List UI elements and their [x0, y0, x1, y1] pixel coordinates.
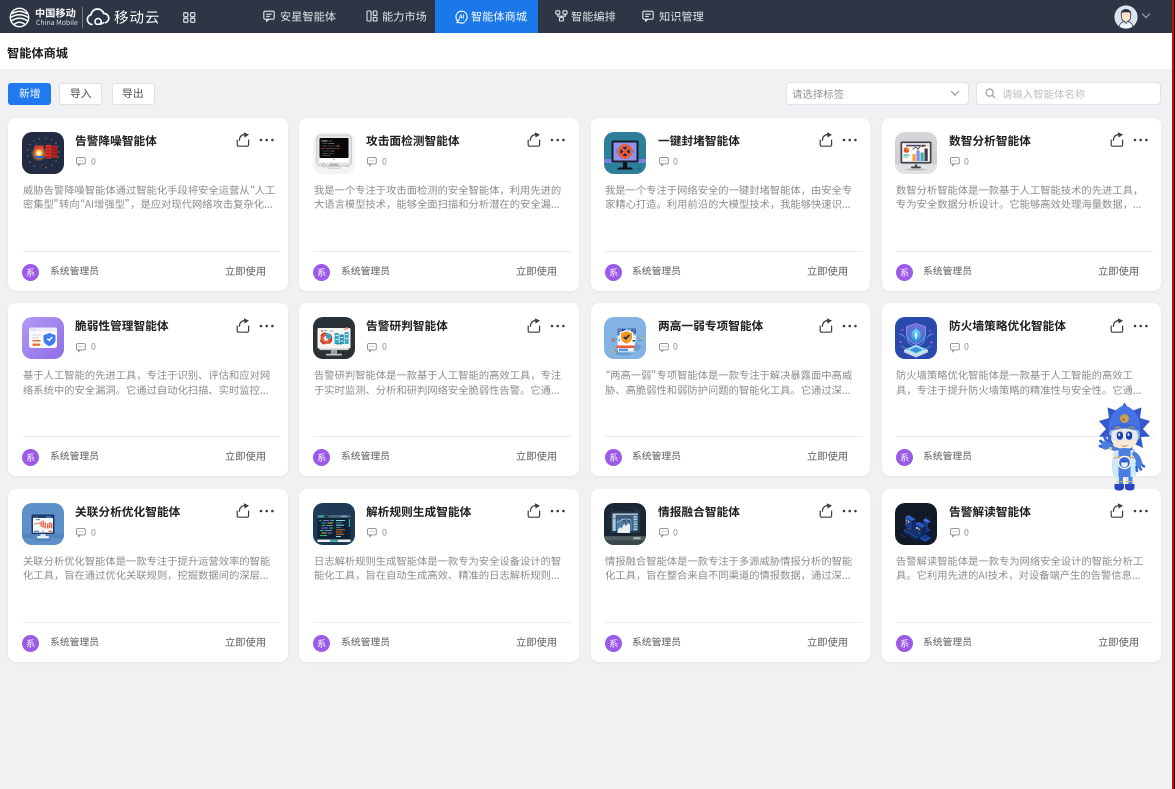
svg-text:AI: AI	[459, 14, 465, 20]
